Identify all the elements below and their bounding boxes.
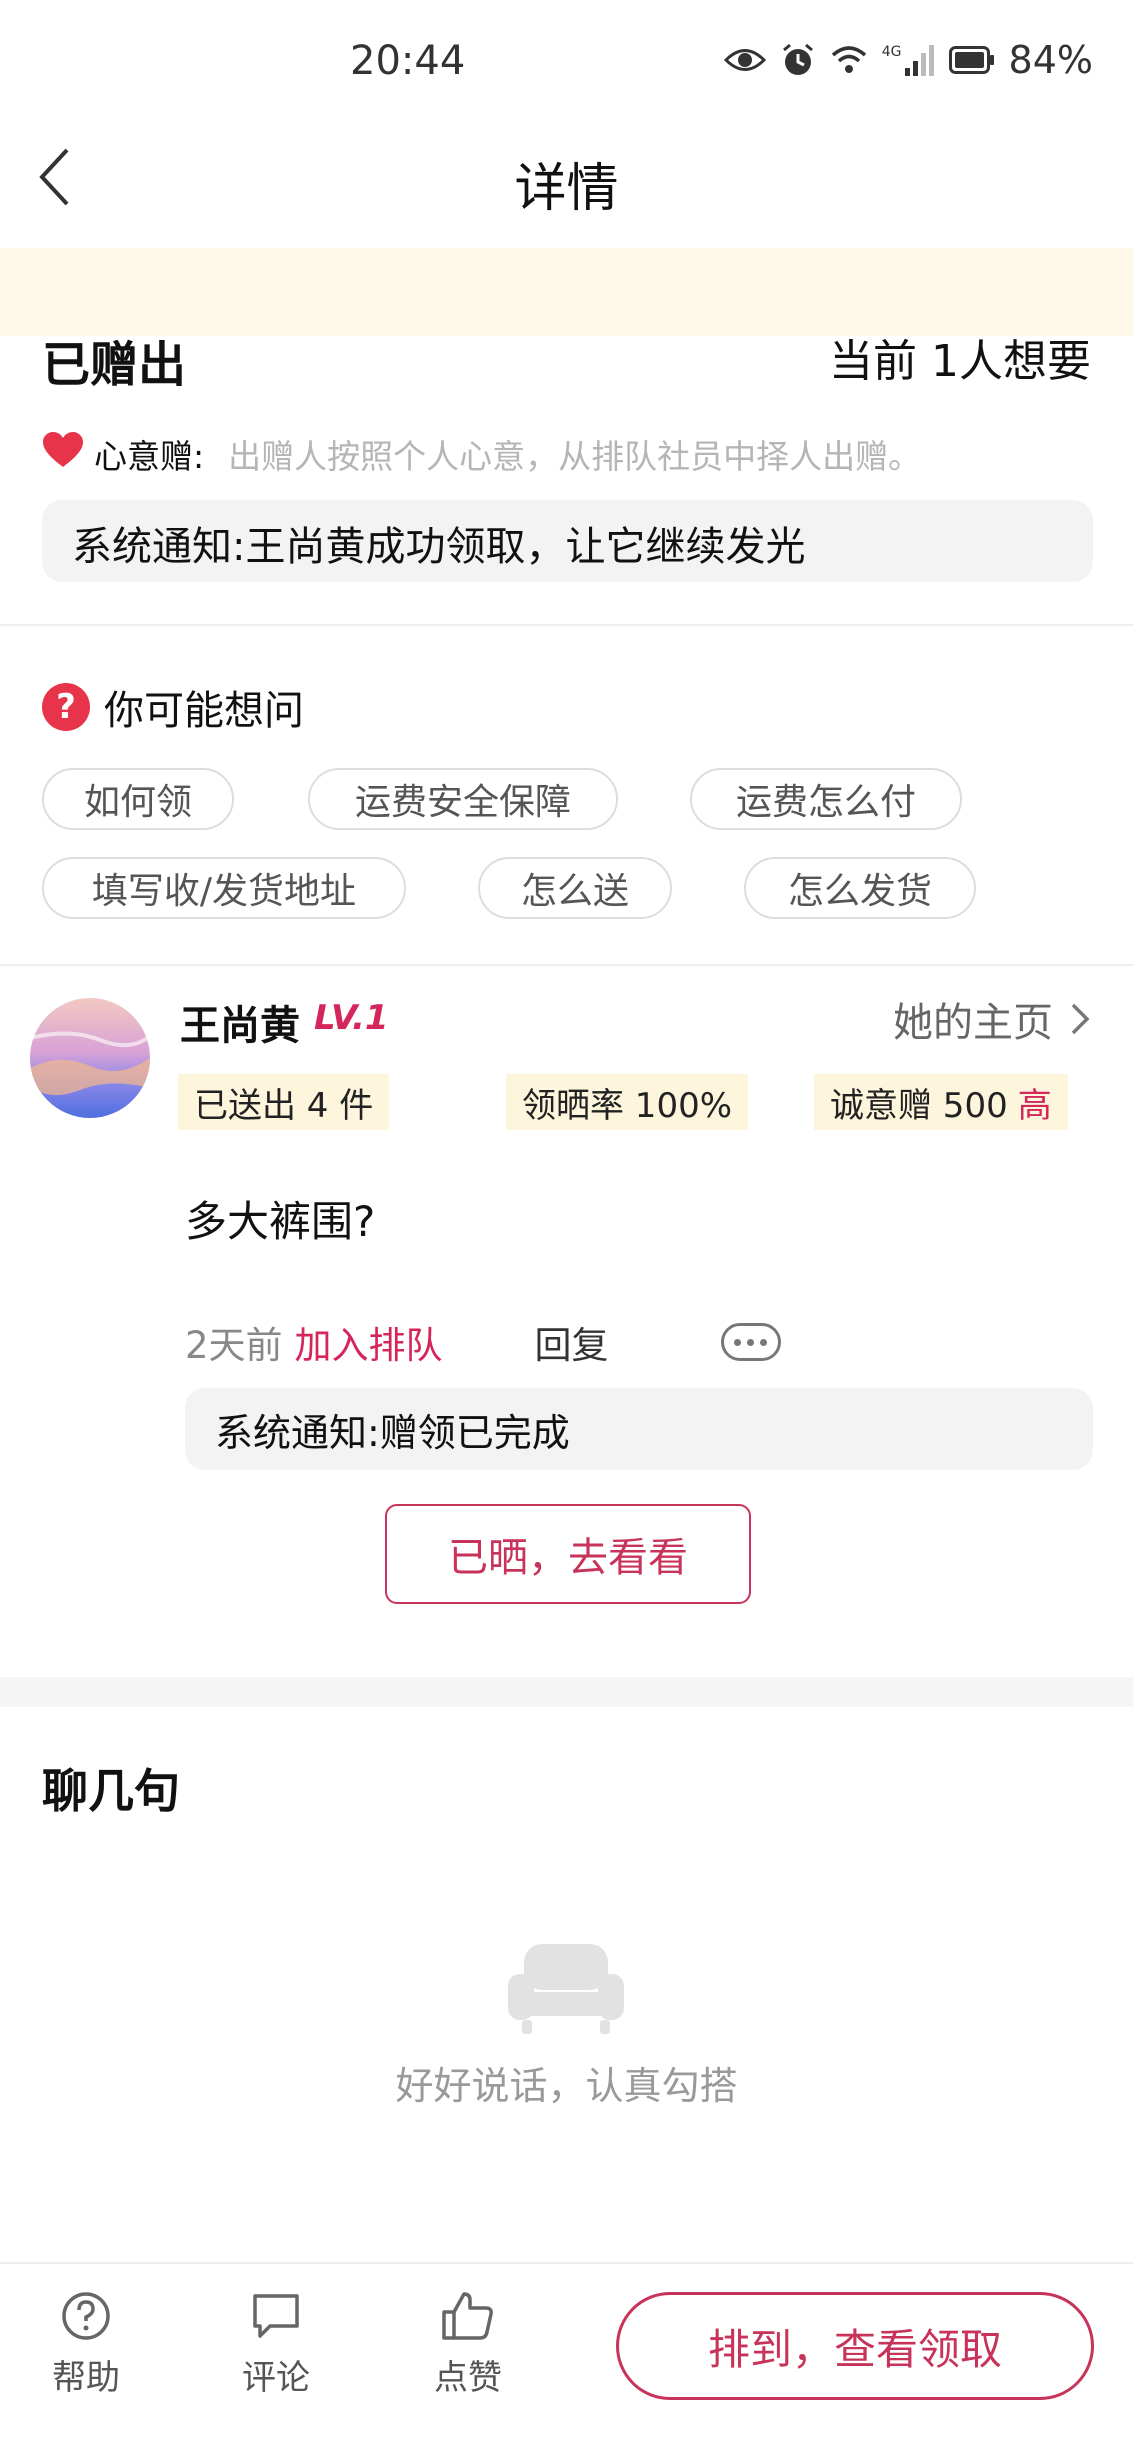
want-count: 当前 1人想要 (829, 336, 1091, 387)
chat-title: 聊几句 (42, 1764, 180, 1818)
help-tab-label: 帮助 (52, 2358, 120, 2398)
user-level-badge: LV.1 (314, 998, 389, 1038)
nav-bar: 详情 (0, 120, 1133, 230)
stat-sent: 已送出 4 件 (178, 1074, 390, 1130)
avatar[interactable] (30, 998, 150, 1118)
homepage-link[interactable]: 她的主页 (893, 990, 1095, 1048)
sofa-icon (504, 1940, 628, 2040)
status-time: 20:44 (350, 38, 466, 84)
page-title: 详情 (514, 159, 619, 219)
comment-text: 多大裤围? (185, 1197, 376, 1246)
like-tab[interactable]: 点赞 (408, 2290, 528, 2399)
faq-chip[interactable]: 如何领 (42, 768, 234, 830)
wifi-icon (830, 44, 868, 76)
more-icon[interactable] (720, 1323, 781, 1361)
faq-title: ? 你可能想问 (42, 678, 304, 736)
comment-meta: 2天前 加入排队 回复 (185, 1315, 781, 1369)
battery-level: 84% (1008, 38, 1093, 82)
help-icon (62, 2292, 110, 2340)
system-notice: 系统通知:王尚黄成功领取，让它继续发光 (42, 500, 1093, 582)
question-icon: ? (42, 683, 90, 731)
detail-page: 20:44 4G 84% 详情 已赠出 当前 1人想要 心意赠: 出赠人按照个人… (0, 0, 1133, 2453)
chevron-right-icon (1071, 1003, 1090, 1035)
eye-icon (723, 45, 766, 75)
faq-chip[interactable]: 运费怎么付 (690, 768, 962, 830)
homepage-link-label: 她的主页 (893, 1000, 1053, 1046)
divider (0, 624, 1133, 626)
stat-sincerity-level: 高 (1017, 1085, 1052, 1126)
battery-icon (948, 46, 995, 74)
join-queue-button[interactable]: 加入排队 (295, 1315, 443, 1369)
signal-icon: 4G (882, 44, 935, 76)
comment-tab[interactable]: 评论 (216, 2290, 336, 2399)
stat-sincerity-label: 诚意赠 500 (830, 1085, 1008, 1126)
comment-time: 2天前 (185, 1324, 283, 1367)
like-tab-label: 点赞 (434, 2358, 502, 2398)
user-name[interactable]: 王尚黄 (180, 993, 300, 1051)
comment-tab-label: 评论 (242, 2358, 310, 2398)
faq-chip[interactable]: 填写收/发货地址 (42, 857, 406, 919)
section-gap (0, 1677, 1133, 1707)
faq-title-text: 你可能想问 (104, 688, 304, 734)
gift-mode-label: 心意赠: (94, 437, 205, 476)
stat-share-rate: 领晒率 100% (506, 1074, 749, 1130)
stat-sincerity: 诚意赠 500 高 (814, 1074, 1068, 1130)
alarm-icon (780, 42, 816, 78)
chat-empty-text: 好好说话，认真勾搭 (395, 2064, 738, 2108)
status-bar: 20:44 4G 84% (0, 0, 1133, 130)
gift-mode-desc: 出赠人按照个人心意，从排队社员中择人出赠。 (228, 437, 922, 476)
comment-system-notice: 系统通知:赠领已完成 (185, 1388, 1093, 1470)
thumbs-up-icon (442, 2292, 493, 2340)
faq-chip[interactable]: 怎么发货 (744, 857, 976, 919)
network-type: 4G (881, 44, 902, 60)
heart-icon (42, 431, 84, 477)
divider (0, 964, 1133, 966)
comment-icon (253, 2294, 299, 2338)
faq-chip[interactable]: 怎么送 (478, 857, 672, 919)
queue-claim-button[interactable]: 排到，查看领取 (616, 2292, 1094, 2400)
faq-chip[interactable]: 运费安全保障 (308, 768, 618, 830)
gift-status: 已赠出 (42, 337, 187, 393)
notice-band (0, 248, 1133, 336)
help-tab[interactable]: 帮助 (26, 2290, 146, 2399)
view-shared-button[interactable]: 已晒，去看看 (385, 1504, 751, 1604)
gift-mode-row: 心意赠: 出赠人按照个人心意，从排队社员中择人出赠。 (42, 430, 921, 478)
status-icons: 4G 84% (723, 38, 1093, 82)
reply-button[interactable]: 回复 (535, 1315, 609, 1369)
